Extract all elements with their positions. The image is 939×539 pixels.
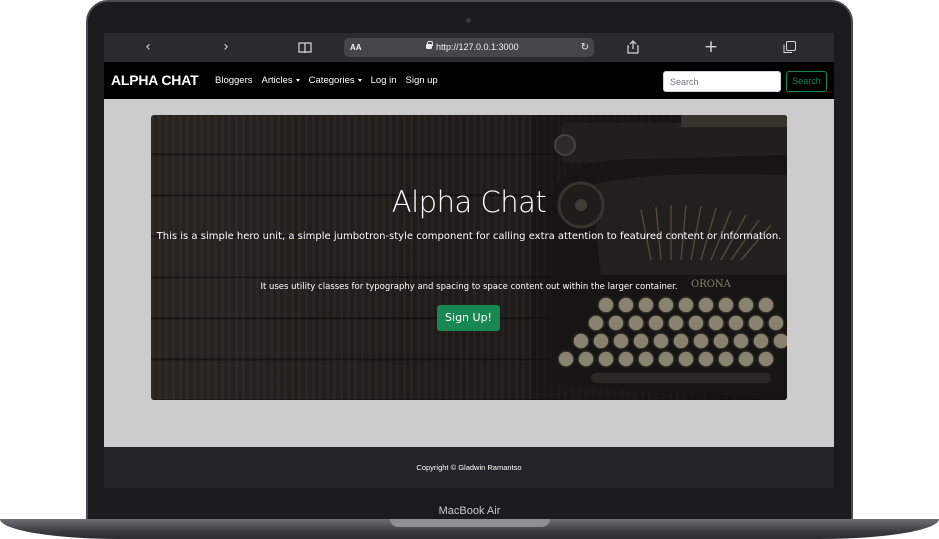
address-bar[interactable]: AA http://127.0.0.1:3000 ↻ [344, 38, 594, 57]
hero-lead-text: This is a simple hero unit, a simple jum… [156, 231, 782, 242]
device-label: MacBook Air [438, 505, 501, 517]
plus-icon[interactable]: + [699, 37, 723, 58]
signup-button[interactable]: Sign Up! [437, 305, 500, 331]
brand-logo[interactable]: ALPHA CHAT [111, 62, 199, 99]
nav-link-login[interactable]: Log in [371, 75, 397, 86]
camera-icon [466, 18, 471, 23]
nav-link-bloggers[interactable]: Bloggers [215, 75, 253, 86]
site-footer: Copyright © Gladwin Ramantso [104, 447, 834, 488]
nav-link-label: Bloggers [215, 75, 253, 86]
site-navbar: ALPHA CHAT Bloggers Articles Categories … [104, 62, 834, 99]
caret-down-icon [295, 78, 300, 82]
reload-icon[interactable]: ↻ [581, 38, 589, 57]
book-icon[interactable] [293, 37, 317, 58]
lock-icon [426, 41, 433, 49]
tabs-icon[interactable] [777, 37, 801, 58]
nav-dropdown-categories[interactable]: Categories [309, 75, 362, 86]
hero-title: Alpha Chat [391, 185, 547, 219]
nav-links: Bloggers Articles Categories Log in Sign… [215, 62, 438, 99]
laptop-frame: ‹ › AA http://127.0.0.1:3000 ↻ + ALPHA C… [0, 0, 939, 539]
search-input[interactable] [663, 71, 781, 92]
search-button[interactable]: Search [786, 71, 827, 92]
copyright-text: Copyright © Gladwin Ramantso [416, 463, 522, 472]
nav-link-label: Log in [370, 75, 397, 86]
browser-toolbar: ‹ › AA http://127.0.0.1:3000 ↻ + [104, 33, 834, 62]
nav-link-label: Categories [308, 75, 355, 86]
laptop-notch [390, 519, 550, 527]
nav-dropdown-articles[interactable]: Articles [262, 75, 300, 86]
share-icon[interactable] [621, 37, 645, 58]
url-text[interactable]: http://127.0.0.1:3000 [436, 38, 519, 57]
nav-link-label: Articles [261, 75, 293, 86]
caret-down-icon [357, 78, 362, 82]
back-icon[interactable]: ‹ [136, 37, 160, 58]
hero-jumbotron: ORONA Alpha Chat This is a simple hero u… [151, 115, 787, 400]
hero-body-text: It uses utility classes for typography a… [260, 282, 678, 292]
nav-link-signup[interactable]: Sign up [406, 75, 438, 86]
hero-overlay [151, 115, 787, 400]
forward-icon[interactable]: › [214, 37, 238, 58]
browser-screen: ‹ › AA http://127.0.0.1:3000 ↻ + ALPHA C… [104, 33, 834, 488]
reader-label[interactable]: AA [350, 38, 362, 57]
nav-link-label: Sign up [405, 75, 438, 86]
